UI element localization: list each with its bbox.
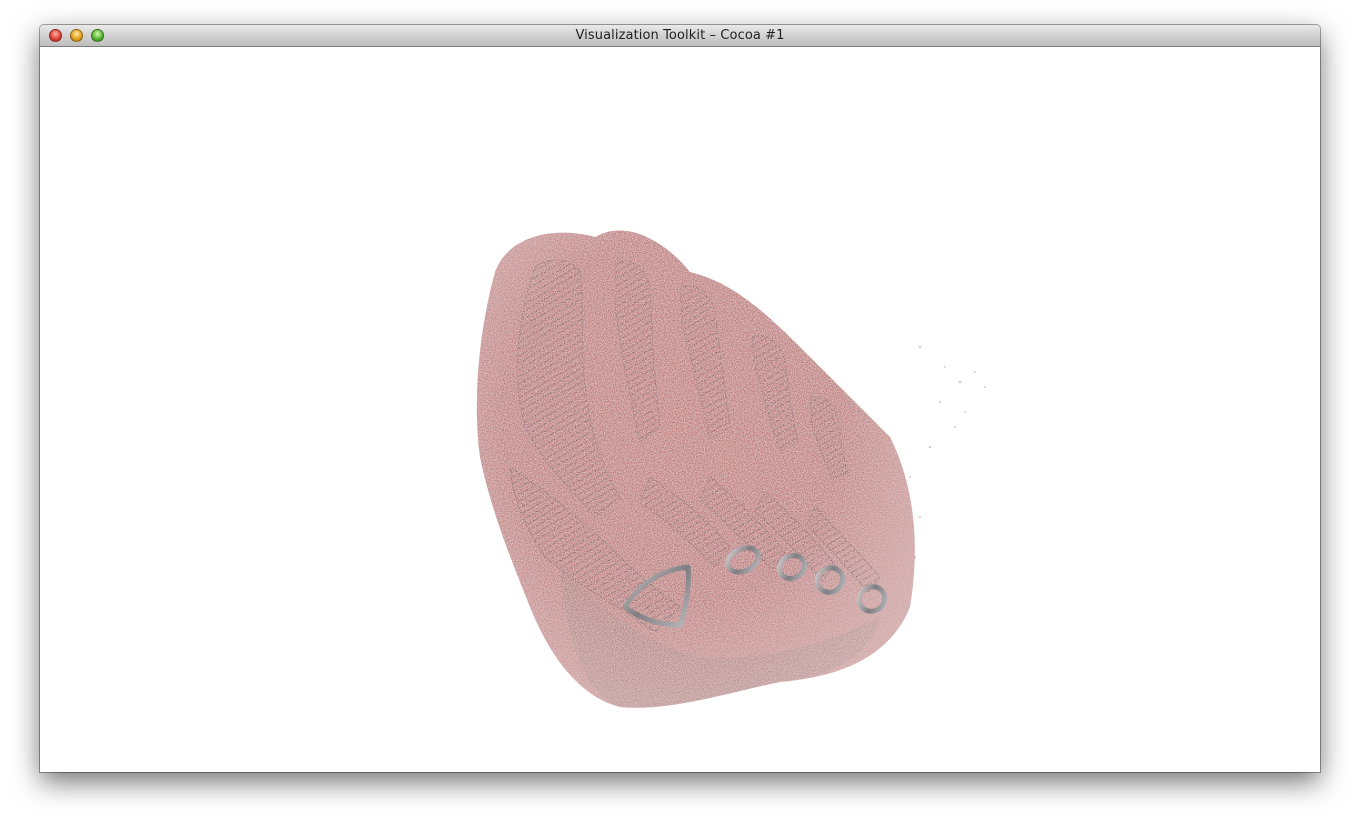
noise-speckle: [909, 345, 986, 559]
app-window: Visualization Toolkit – Cocoa #1: [40, 25, 1320, 772]
volume-render: [476, 230, 986, 708]
title-bar[interactable]: Visualization Toolkit – Cocoa #1: [40, 25, 1320, 47]
render-viewport[interactable]: [40, 47, 1320, 772]
window-title: Visualization Toolkit – Cocoa #1: [575, 28, 785, 43]
foot-volume: [476, 230, 986, 708]
